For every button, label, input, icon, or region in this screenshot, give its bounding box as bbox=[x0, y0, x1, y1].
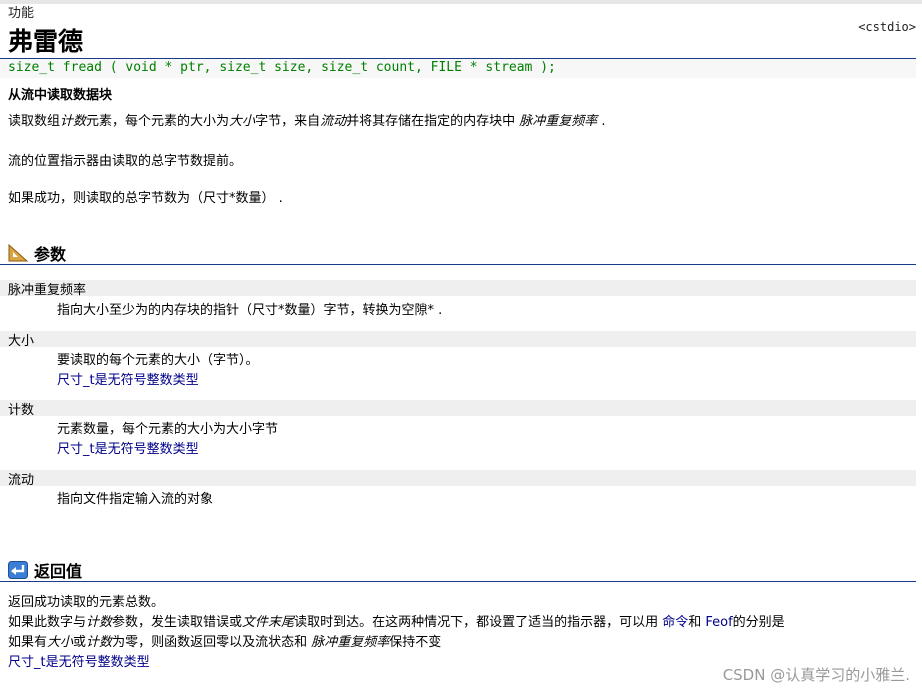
section-divider bbox=[0, 581, 916, 582]
function-prototype: size_t fread ( void * ptr, size_t size, … bbox=[8, 60, 556, 75]
param-type-note: 尺寸_t是无符号整数类型 bbox=[57, 442, 199, 457]
parameters-heading: 参数 bbox=[8, 241, 66, 265]
param-name: 大小 bbox=[8, 334, 35, 349]
param-description: 指向大小至少为的内存块的指针（尺寸*数量）字节，转换为空隙* . bbox=[57, 303, 443, 318]
param-type-note: 尺寸_t是无符号整数类型 bbox=[57, 373, 199, 388]
description-paragraph-1: 读取数组计数元素，每个元素的大小为大小字节，来自流动并将其存储在指定的内存块中 … bbox=[8, 114, 606, 129]
param-name-bar bbox=[0, 331, 916, 347]
return-value-heading: 返回值 bbox=[8, 558, 82, 582]
return-line-1: 返回成功读取的元素总数。 bbox=[8, 595, 165, 610]
return-value-heading-text: 返回值 bbox=[34, 562, 83, 581]
return-type-note: 尺寸_t是无符号整数类型 bbox=[8, 655, 150, 670]
return-line-2: 如果此数字与计数参数，发生读取错误或文件末尾读取时到达。在这两种情况下，都设置了… bbox=[8, 615, 785, 630]
ferror-link[interactable]: 命令 bbox=[662, 615, 688, 630]
description-paragraph-3: 如果成功，则读取的总字节数为（尺寸*数量） . bbox=[8, 191, 283, 206]
header-file: <cstdio> bbox=[858, 20, 916, 34]
page-title: 弗雷德 bbox=[8, 27, 84, 56]
param-name-bar bbox=[0, 400, 916, 416]
summary: 从流中读取数据块 bbox=[8, 88, 113, 103]
description-paragraph-2: 流的位置指示器由读取的总字节数提前。 bbox=[8, 154, 243, 169]
section-divider bbox=[0, 264, 916, 265]
param-name: 脉冲重复频率 bbox=[8, 283, 87, 298]
watermark: CSDN @认真学习的小雅兰. bbox=[722, 666, 910, 684]
ruler-triangle-icon bbox=[8, 244, 28, 262]
return-line-3: 如果有大小或计数为零，则函数返回零以及流状态和 脉冲重复频率保持不变 bbox=[8, 635, 442, 650]
param-description: 指向文件指定输入流的对象 bbox=[57, 492, 214, 507]
param-description: 要读取的每个元素的大小（字节）。 bbox=[57, 353, 259, 368]
param-name-bar bbox=[0, 470, 916, 486]
return-arrow-icon bbox=[8, 561, 28, 579]
param-name-bar bbox=[0, 280, 916, 296]
top-border bbox=[0, 0, 922, 4]
param-description: 元素数量，每个元素的大小为大小字节 bbox=[57, 422, 279, 437]
parameters-heading-text: 参数 bbox=[34, 245, 67, 264]
param-name: 流动 bbox=[8, 473, 35, 488]
feof-link[interactable]: Feof bbox=[705, 615, 732, 630]
entry-kind: 功能 bbox=[8, 6, 35, 21]
param-name: 计数 bbox=[8, 403, 35, 418]
